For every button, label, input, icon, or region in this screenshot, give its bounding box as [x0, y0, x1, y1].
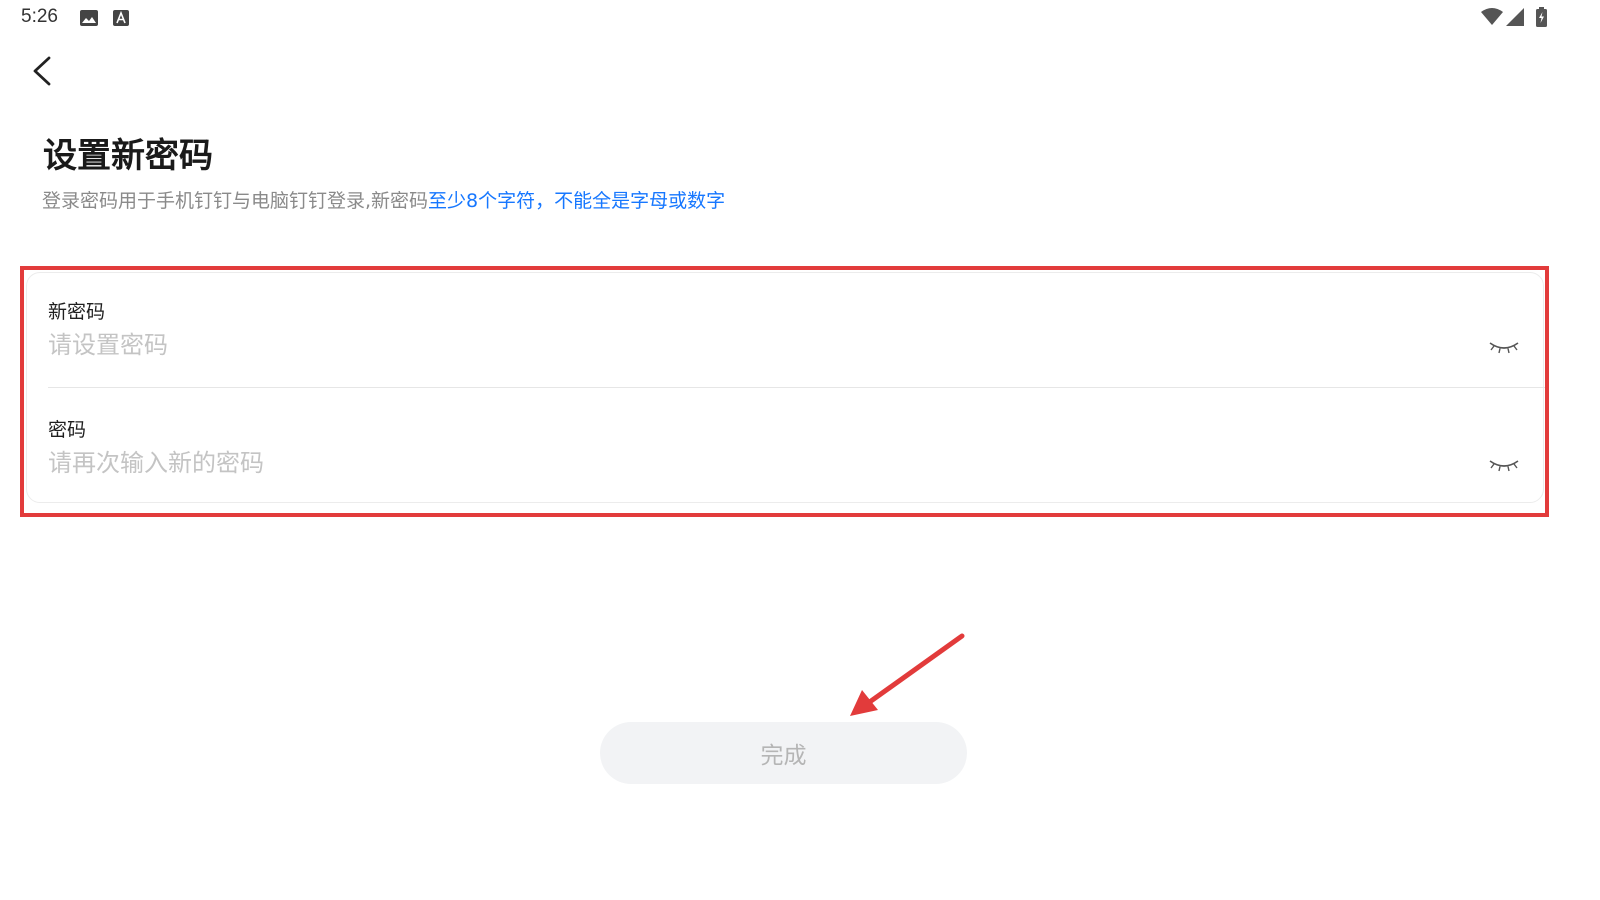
back-button[interactable] [26, 52, 62, 92]
image-icon [80, 10, 98, 30]
annotation-arrow-icon [840, 628, 970, 727]
battery-charging-icon [1536, 7, 1547, 31]
a-icon [113, 10, 129, 30]
field-divider [48, 387, 1545, 388]
password-form: 新密码 密码 [26, 272, 1545, 503]
confirm-password-input[interactable] [48, 445, 1448, 481]
eye-closed-icon[interactable] [1487, 337, 1521, 357]
confirm-password-label: 密码 [48, 419, 87, 441]
signal-icon [1506, 8, 1524, 30]
hint-requirement: 至少8个字符，不能全是字母或数字 [428, 190, 726, 212]
status-bar: 5:26 [0, 0, 1600, 36]
new-password-label: 新密码 [48, 301, 106, 323]
wifi-icon [1481, 8, 1503, 30]
password-rule-hint: 登录密码用于手机钉钉与电脑钉钉登录,新密码至少8个字符，不能全是字母或数字 [42, 186, 725, 213]
hint-text: 登录密码用于手机钉钉与电脑钉钉登录,新密码 [42, 190, 429, 212]
done-button[interactable]: 完成 [600, 722, 967, 784]
new-password-input[interactable] [48, 327, 1448, 363]
status-time: 5:26 [21, 6, 58, 27]
eye-closed-icon[interactable] [1487, 455, 1521, 475]
page-title: 设置新密码 [43, 136, 213, 176]
chevron-left-icon [26, 56, 62, 96]
